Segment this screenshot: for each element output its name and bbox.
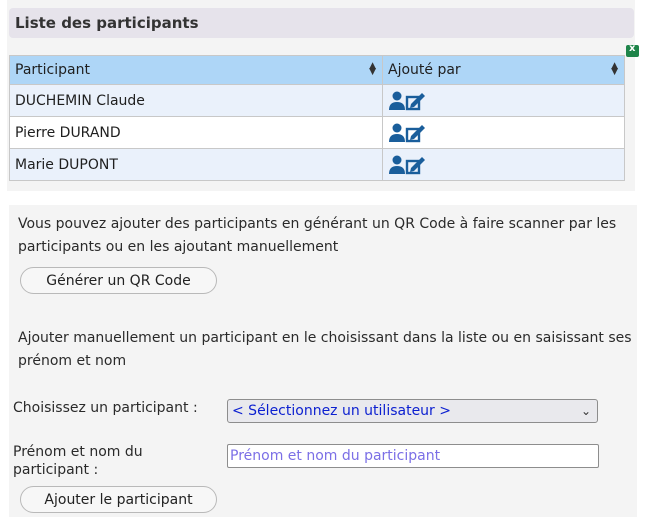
column-header-label: Ajouté par [388, 62, 461, 78]
user-edit-icon[interactable] [389, 155, 427, 175]
name-input[interactable] [227, 444, 599, 468]
choose-participant-label: Choisissez un participant : [13, 400, 198, 416]
user-select[interactable]: < Sélectionnez un utilisateur > ⌄ [227, 399, 598, 423]
manual-instructions: Ajouter manuellement un participant en l… [18, 330, 632, 369]
column-header-participant[interactable]: Participant ▲ ▼ [9, 55, 383, 85]
name-label: Prénom et nom du participant : [13, 444, 143, 478]
column-header-label: Participant [15, 62, 90, 78]
user-edit-icon[interactable] [389, 123, 427, 143]
participant-name: Pierre DURAND [9, 116, 383, 149]
added-by-cell [382, 148, 625, 181]
excel-export-icon[interactable] [626, 43, 639, 57]
added-by-cell [382, 116, 625, 149]
sort-icon[interactable]: ▲ ▼ [369, 62, 376, 77]
table-row: DUCHEMIN Claude [9, 84, 625, 117]
chevron-down-icon: ⌄ [580, 404, 591, 418]
generate-qr-button[interactable]: Générer un QR Code [20, 267, 217, 294]
user-edit-icon[interactable] [389, 91, 427, 111]
table-header-row: Participant ▲ ▼ Ajouté par ▲ ▼ [9, 55, 625, 85]
sort-icon[interactable]: ▲ ▼ [611, 62, 618, 77]
participant-name: Marie DUPONT [9, 148, 383, 181]
added-by-cell [382, 84, 625, 117]
participant-name: DUCHEMIN Claude [9, 84, 383, 117]
table-row: Pierre DURAND [9, 116, 625, 149]
user-select-value: < Sélectionnez un utilisateur > [232, 403, 451, 419]
page-title: Liste des participants [15, 14, 199, 32]
participants-table: Participant ▲ ▼ Ajouté par ▲ ▼ DUCHEMIN Cl… [9, 55, 625, 181]
title-bar: Liste des participants [9, 8, 634, 38]
column-header-added-by[interactable]: Ajouté par ▲ ▼ [382, 55, 625, 85]
qr-instructions: Vous pouvez ajouter des participants en … [18, 216, 617, 255]
table-row: Marie DUPONT [9, 148, 625, 181]
add-participant-button[interactable]: Ajouter le participant [20, 486, 217, 513]
